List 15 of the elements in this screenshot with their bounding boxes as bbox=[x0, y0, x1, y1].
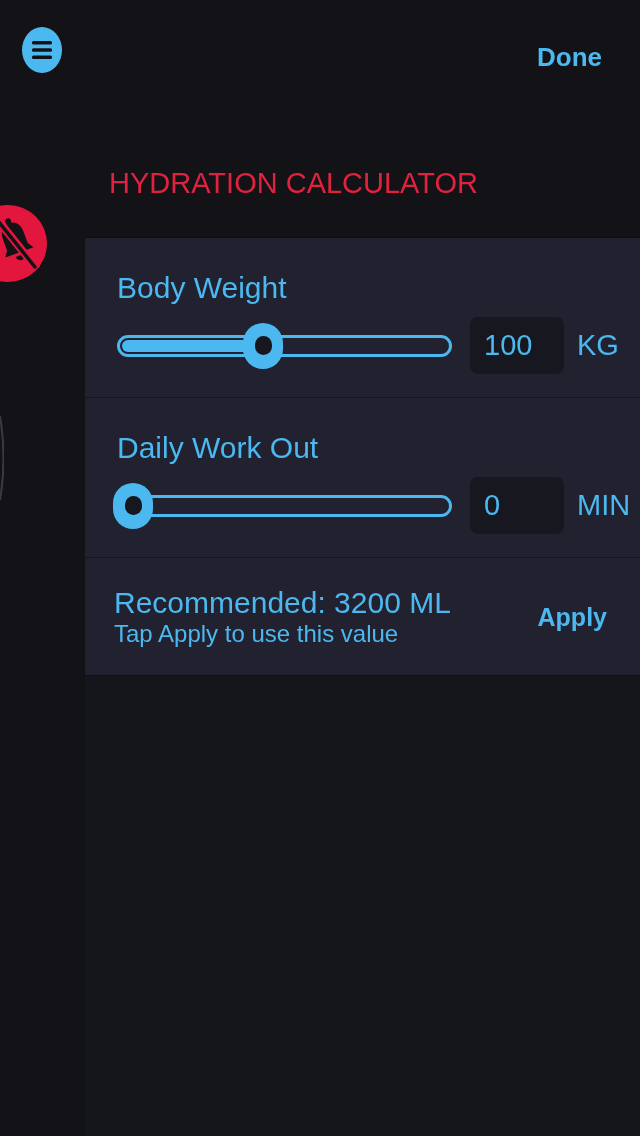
slider-label: Body Weight bbox=[117, 270, 287, 306]
hint-text: Tap Apply to use this value bbox=[114, 619, 400, 648]
bell-slash-icon[interactable] bbox=[0, 205, 47, 282]
unit-label: MIN bbox=[577, 487, 631, 523]
slider-thumb[interactable] bbox=[113, 482, 153, 529]
value-field[interactable]: 100 bbox=[470, 317, 564, 374]
value-field[interactable]: 0 bbox=[470, 477, 564, 534]
recommendation-text: Recommended: 3200 ML bbox=[114, 585, 451, 620]
done-button[interactable]: Done bbox=[537, 42, 602, 72]
menu-icon bbox=[22, 27, 62, 73]
menu-button[interactable] bbox=[22, 27, 62, 73]
slider-label: Daily Work Out bbox=[117, 430, 319, 466]
apply-button[interactable]: Apply bbox=[537, 601, 607, 632]
unit-label: KG bbox=[577, 327, 619, 363]
page-title: HYDRATION CALCULATOR bbox=[109, 166, 478, 200]
